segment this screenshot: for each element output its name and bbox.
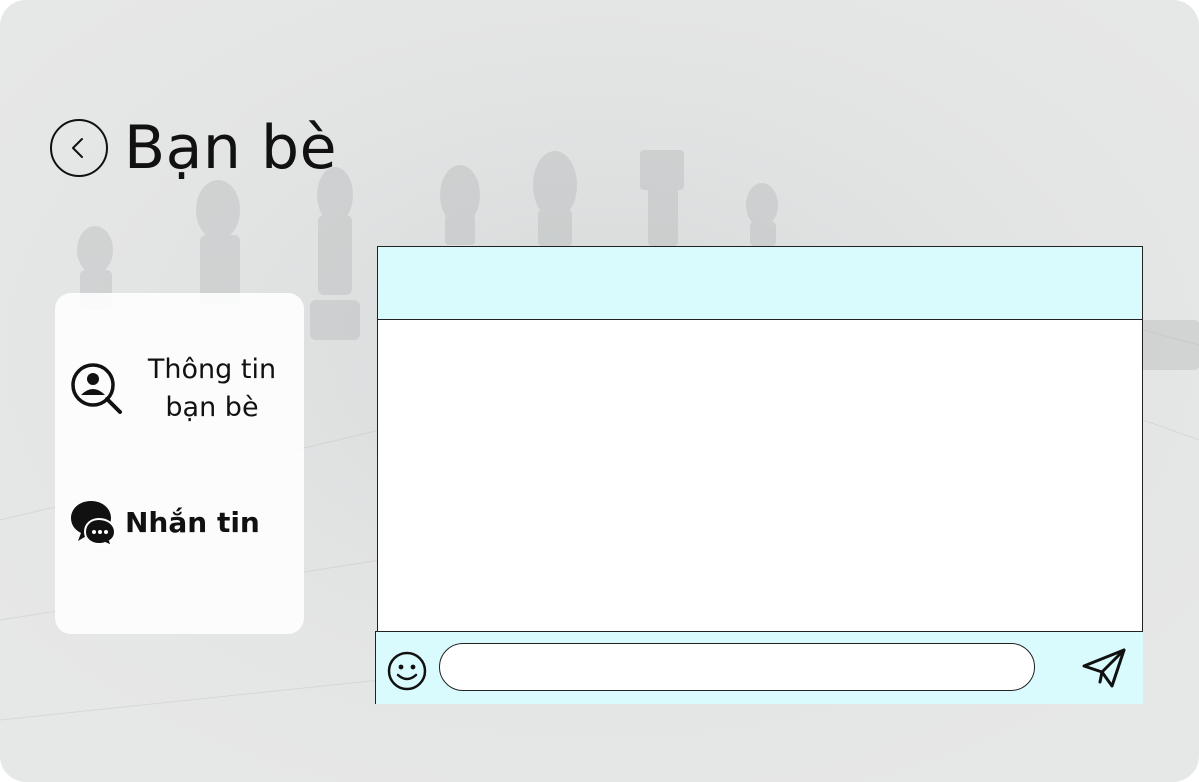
friend-sidebar: Thông tin bạn bè Nhắn tin (55, 293, 304, 634)
chat-bubbles-icon (71, 501, 117, 547)
chevron-left-icon (72, 138, 83, 158)
message-list[interactable] (378, 320, 1142, 631)
sidebar-item-label: Nhắn tin (125, 506, 260, 539)
back-button[interactable] (50, 119, 108, 177)
chat-window (375, 246, 1143, 704)
page-title: Bạn bè (124, 113, 338, 183)
app-frame: Bạn bè Thông tin bạn bè Nhắn tin (0, 0, 1199, 782)
chat-header (378, 247, 1142, 320)
user-search-icon (71, 363, 122, 414)
paper-plane-send-icon[interactable] (1080, 646, 1128, 690)
sidebar-item-friend-info[interactable]: Thông tin bạn bè (69, 351, 293, 427)
sidebar-item-messages[interactable]: Nhắn tin (69, 499, 260, 547)
smiley-icon[interactable] (386, 650, 428, 692)
page-header: Bạn bè (50, 118, 337, 178)
message-input[interactable] (439, 643, 1035, 691)
message-composer (375, 631, 1143, 704)
sidebar-item-label: Thông tin bạn bè (147, 354, 277, 423)
